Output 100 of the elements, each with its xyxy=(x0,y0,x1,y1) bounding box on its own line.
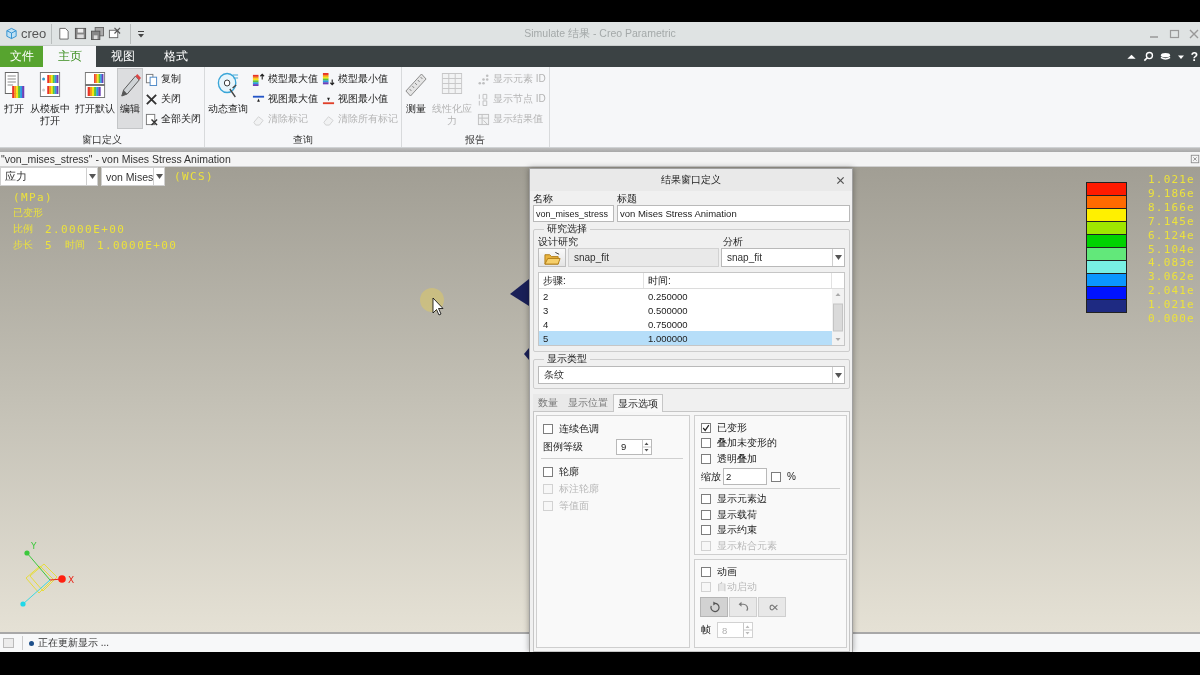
ribbon-button[interactable]: 动态查询 xyxy=(206,68,250,129)
legend-value: 1.021e xyxy=(1148,298,1195,313)
dialog-tab[interactable]: 数量 xyxy=(533,394,563,411)
ribbon-tab[interactable]: 格式 xyxy=(149,46,202,67)
table-row[interactable]: 3 0.500000 xyxy=(539,303,832,317)
caret-down-icon xyxy=(155,174,163,179)
ribbon-tab[interactable]: 视图 xyxy=(96,46,149,67)
ribbon-button[interactable]: 编辑 xyxy=(117,68,143,129)
table-row[interactable]: 2 0.250000 xyxy=(539,289,832,303)
checkbox[interactable] xyxy=(701,438,711,449)
analysis-dropdown[interactable]: snap_fit xyxy=(721,248,845,267)
component-dropdown[interactable]: von Mises xyxy=(101,167,165,186)
field-label: 名称 xyxy=(533,193,554,205)
result-label: 时间 xyxy=(65,238,86,252)
caret-down-icon[interactable] xyxy=(136,28,147,39)
checkbox-label: 已变形 xyxy=(717,420,747,435)
checkbox[interactable] xyxy=(701,566,711,577)
table-cell-text: 4 xyxy=(542,317,550,331)
legend-value: 3.062e xyxy=(1148,270,1195,285)
ribbon-button[interactable]: 关闭 xyxy=(143,89,203,109)
playback-mode-button[interactable] xyxy=(700,597,728,617)
loop-arrow-icon xyxy=(707,600,721,614)
checkbox[interactable] xyxy=(771,471,781,482)
legend-value: 1.021e xyxy=(1148,173,1195,187)
spin-arrows-icon xyxy=(743,623,752,637)
checkbox[interactable] xyxy=(701,422,711,433)
ribbon-button[interactable]: 模型最大值 xyxy=(250,69,320,89)
search-icon[interactable] xyxy=(1142,51,1154,62)
checkbox[interactable] xyxy=(543,423,553,434)
coordinate-system-label: (WCS) xyxy=(174,169,215,185)
stacked-windows-icon xyxy=(84,71,106,99)
copy-icon xyxy=(145,72,158,86)
new-document-icon[interactable] xyxy=(57,27,71,40)
help-button[interactable]: ? xyxy=(1190,49,1198,64)
checkbox-label: 透明叠加 xyxy=(717,451,757,466)
status-toggle-button[interactable] xyxy=(3,638,14,648)
field-label: 分析 xyxy=(723,236,744,248)
result-value: 1.0000E+00 xyxy=(97,238,178,252)
checkbox[interactable] xyxy=(701,494,711,505)
name-field[interactable]: von_mises_stress xyxy=(533,205,614,222)
ruler-icon xyxy=(405,71,427,99)
maximize-icon[interactable] xyxy=(1168,27,1180,40)
quantity-dropdown[interactable]: 应力 xyxy=(0,167,98,186)
mouse-pointer-icon xyxy=(419,287,445,317)
checkbox[interactable] xyxy=(701,525,711,536)
layers-icon[interactable] xyxy=(1159,51,1171,62)
checkbox-label: 显示元素边 xyxy=(717,492,767,507)
display-type-dropdown[interactable]: 条纹 xyxy=(538,366,845,384)
dialog-tab[interactable]: 显示位置 xyxy=(563,394,613,411)
result-value: 2.0000E+00 xyxy=(45,222,126,236)
ribbon-button[interactable]: 全部关闭 xyxy=(143,109,203,129)
ribbon-button[interactable]: 打开默认 xyxy=(73,68,117,129)
open-folder-button[interactable] xyxy=(538,248,566,267)
ribbon-button[interactable]: 打开 xyxy=(1,68,27,129)
close-box-icon[interactable] xyxy=(1190,154,1200,164)
ribbon-button[interactable]: 模型最小值 xyxy=(320,69,400,89)
ribbon-button[interactable]: 测量 xyxy=(403,68,429,129)
table-row[interactable]: 4 0.750000 xyxy=(539,317,832,331)
checkbox[interactable] xyxy=(543,466,553,477)
checkbox-label: 动画 xyxy=(717,564,737,579)
disc-probe-icon xyxy=(217,71,239,99)
scale-bar-up-icon xyxy=(252,72,265,86)
viewport-title: "von_mises_stress" - von Mises Stress Animation xyxy=(1,153,231,165)
save-icon[interactable] xyxy=(74,27,88,40)
dialog-tab[interactable]: 显示选项 xyxy=(613,394,663,412)
close-icon[interactable] xyxy=(836,175,845,185)
ribbon-tab[interactable]: 主页 xyxy=(43,46,96,67)
table-cell-text: 0.750000 xyxy=(647,317,689,331)
group-label: 窗口定义 xyxy=(81,133,123,147)
playback-mode-button[interactable] xyxy=(729,597,757,617)
ribbon-button[interactable]: 复制 xyxy=(143,69,203,89)
scrollbar[interactable] xyxy=(832,289,844,345)
checkbox-label: 轮廓 xyxy=(559,464,579,479)
dots-icon xyxy=(477,72,490,86)
result-value: 5 xyxy=(45,238,54,252)
ribbon-button[interactable]: 从模板中打开 xyxy=(27,68,73,129)
scale-field[interactable]: 2 xyxy=(723,468,767,485)
field-label: 设计研究 xyxy=(538,236,579,248)
checkbox-label: 叠加未变形的 xyxy=(717,436,777,451)
column-header: 步骤: xyxy=(539,273,644,288)
group-label: 查询 xyxy=(292,133,314,147)
caret-down-icon xyxy=(88,174,96,179)
title-field[interactable]: von Mises Stress Animation xyxy=(617,205,850,222)
table-row[interactable]: 5 1.000000 xyxy=(539,331,832,345)
ribbon-button[interactable]: 视图最大值 xyxy=(250,89,320,109)
coordinate-triad: Y X xyxy=(18,539,78,611)
close-window-icon[interactable] xyxy=(108,27,122,40)
save-copies-icon[interactable] xyxy=(91,27,105,40)
number-spinner[interactable]: 9 xyxy=(616,438,652,455)
ribbon-button[interactable]: 视图最小值 xyxy=(320,89,400,109)
table-cell-text: 0.500000 xyxy=(647,303,689,317)
checkbox[interactable] xyxy=(701,453,711,464)
legend-value: 8.166e xyxy=(1148,200,1195,215)
table-cell-text: 2 xyxy=(542,289,550,303)
checkbox[interactable] xyxy=(701,509,711,520)
study-field[interactable]: snap_fit xyxy=(568,248,719,267)
result-label: 步长 xyxy=(13,238,33,252)
template-window-icon xyxy=(39,71,61,99)
playback-mode-button[interactable] xyxy=(758,597,786,617)
legend-value: 5.104e xyxy=(1148,242,1195,257)
